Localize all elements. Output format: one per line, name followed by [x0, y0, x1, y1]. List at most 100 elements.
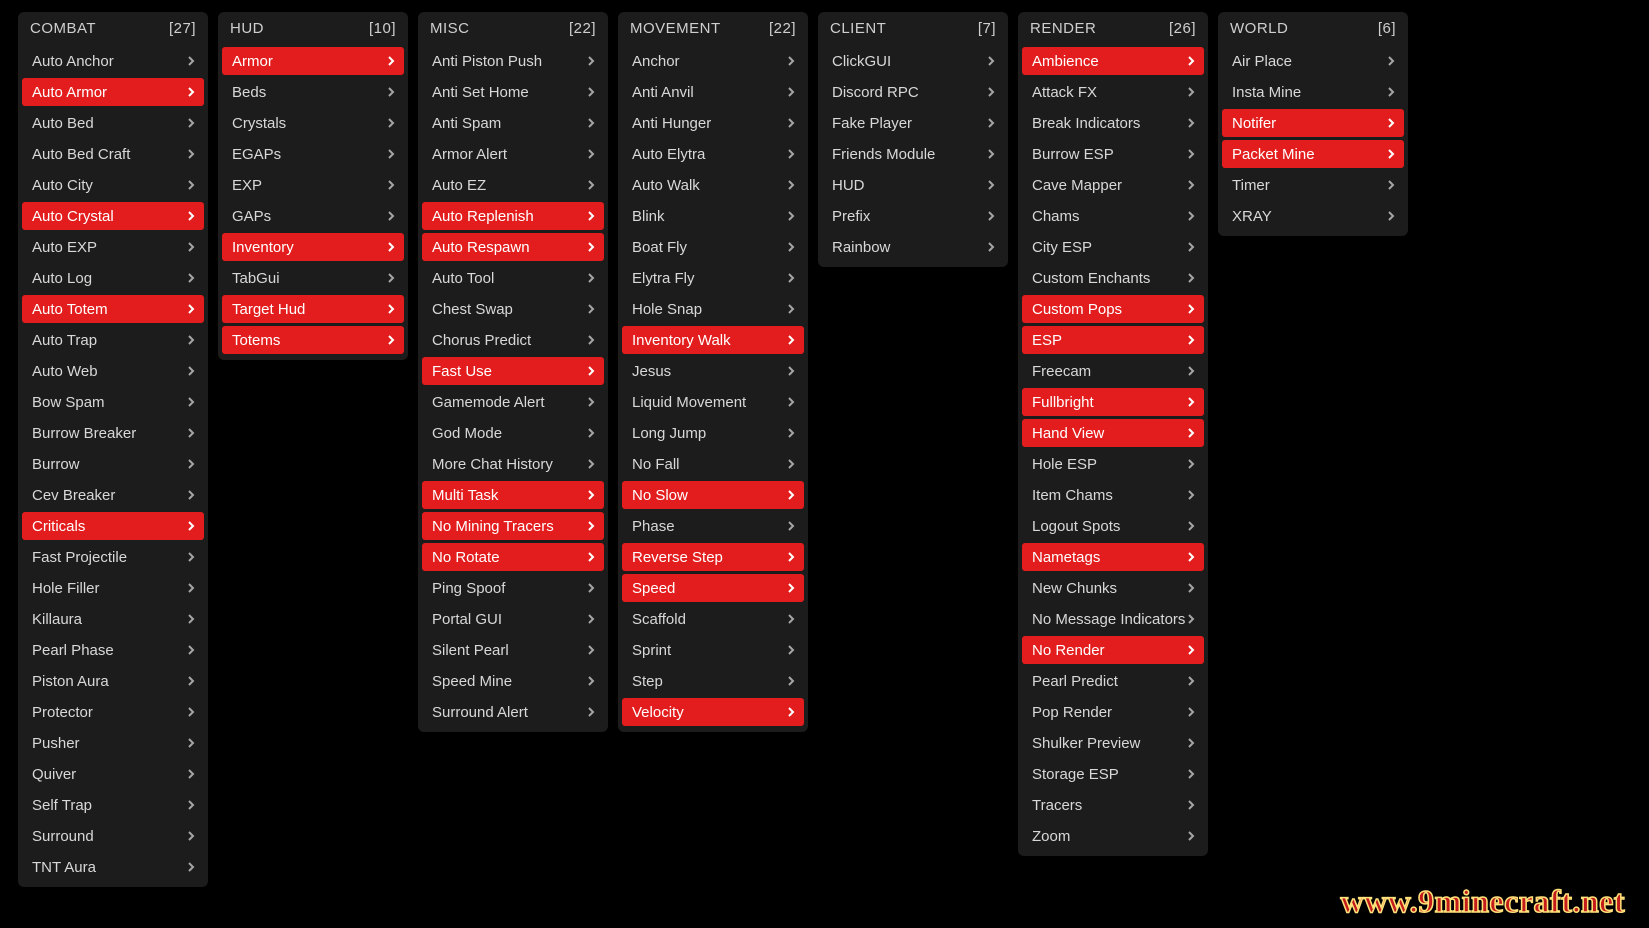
module-anti-anvil[interactable]: Anti Anvil [622, 78, 804, 106]
module-quiver[interactable]: Quiver [22, 760, 204, 788]
module-pop-render[interactable]: Pop Render [1022, 698, 1204, 726]
module-insta-mine[interactable]: Insta Mine [1222, 78, 1404, 106]
module-anchor[interactable]: Anchor [622, 47, 804, 75]
module-step[interactable]: Step [622, 667, 804, 695]
module-auto-replenish[interactable]: Auto Replenish [422, 202, 604, 230]
module-tracers[interactable]: Tracers [1022, 791, 1204, 819]
module-freecam[interactable]: Freecam [1022, 357, 1204, 385]
module-egaps[interactable]: EGAPs [222, 140, 404, 168]
module-tabgui[interactable]: TabGui [222, 264, 404, 292]
module-killaura[interactable]: Killaura [22, 605, 204, 633]
module-item-chams[interactable]: Item Chams [1022, 481, 1204, 509]
module-esp[interactable]: ESP [1022, 326, 1204, 354]
module-pearl-predict[interactable]: Pearl Predict [1022, 667, 1204, 695]
module-chest-swap[interactable]: Chest Swap [422, 295, 604, 323]
module-anti-set-home[interactable]: Anti Set Home [422, 78, 604, 106]
module-no-mining-tracers[interactable]: No Mining Tracers [422, 512, 604, 540]
module-multi-task[interactable]: Multi Task [422, 481, 604, 509]
module-surround-alert[interactable]: Surround Alert [422, 698, 604, 726]
module-friends-module[interactable]: Friends Module [822, 140, 1004, 168]
module-auto-bed-craft[interactable]: Auto Bed Craft [22, 140, 204, 168]
module-hole-esp[interactable]: Hole ESP [1022, 450, 1204, 478]
module-silent-pearl[interactable]: Silent Pearl [422, 636, 604, 664]
module-auto-city[interactable]: Auto City [22, 171, 204, 199]
module-pusher[interactable]: Pusher [22, 729, 204, 757]
module-chorus-predict[interactable]: Chorus Predict [422, 326, 604, 354]
module-logout-spots[interactable]: Logout Spots [1022, 512, 1204, 540]
module-hand-view[interactable]: Hand View [1022, 419, 1204, 447]
module-gamemode-alert[interactable]: Gamemode Alert [422, 388, 604, 416]
module-auto-bed[interactable]: Auto Bed [22, 109, 204, 137]
module-auto-log[interactable]: Auto Log [22, 264, 204, 292]
module-discord-rpc[interactable]: Discord RPC [822, 78, 1004, 106]
module-scaffold[interactable]: Scaffold [622, 605, 804, 633]
module-jesus[interactable]: Jesus [622, 357, 804, 385]
module-chams[interactable]: Chams [1022, 202, 1204, 230]
module-pearl-phase[interactable]: Pearl Phase [22, 636, 204, 664]
module-auto-crystal[interactable]: Auto Crystal [22, 202, 204, 230]
module-cev-breaker[interactable]: Cev Breaker [22, 481, 204, 509]
module-surround[interactable]: Surround [22, 822, 204, 850]
module-target-hud[interactable]: Target Hud [222, 295, 404, 323]
module-portal-gui[interactable]: Portal GUI [422, 605, 604, 633]
module-custom-pops[interactable]: Custom Pops [1022, 295, 1204, 323]
module-fake-player[interactable]: Fake Player [822, 109, 1004, 137]
module-self-trap[interactable]: Self Trap [22, 791, 204, 819]
module-velocity[interactable]: Velocity [622, 698, 804, 726]
module-boat-fly[interactable]: Boat Fly [622, 233, 804, 261]
module-burrow-esp[interactable]: Burrow ESP [1022, 140, 1204, 168]
module-notifer[interactable]: Notifer [1222, 109, 1404, 137]
module-armor-alert[interactable]: Armor Alert [422, 140, 604, 168]
module-inventory-walk[interactable]: Inventory Walk [622, 326, 804, 354]
module-inventory[interactable]: Inventory [222, 233, 404, 261]
panel-header-misc[interactable]: MISC[22] [418, 12, 608, 43]
module-custom-enchants[interactable]: Custom Enchants [1022, 264, 1204, 292]
module-auto-web[interactable]: Auto Web [22, 357, 204, 385]
module-auto-walk[interactable]: Auto Walk [622, 171, 804, 199]
module-xray[interactable]: XRAY [1222, 202, 1404, 230]
module-ping-spoof[interactable]: Ping Spoof [422, 574, 604, 602]
module-liquid-movement[interactable]: Liquid Movement [622, 388, 804, 416]
module-hole-filler[interactable]: Hole Filler [22, 574, 204, 602]
panel-header-hud[interactable]: HUD[10] [218, 12, 408, 43]
module-armor[interactable]: Armor [222, 47, 404, 75]
module-no-render[interactable]: No Render [1022, 636, 1204, 664]
panel-header-combat[interactable]: COMBAT[27] [18, 12, 208, 43]
module-air-place[interactable]: Air Place [1222, 47, 1404, 75]
panel-header-movement[interactable]: MOVEMENT[22] [618, 12, 808, 43]
module-burrow-breaker[interactable]: Burrow Breaker [22, 419, 204, 447]
module-auto-armor[interactable]: Auto Armor [22, 78, 204, 106]
module-auto-respawn[interactable]: Auto Respawn [422, 233, 604, 261]
module-tnt-aura[interactable]: TNT Aura [22, 853, 204, 881]
module-beds[interactable]: Beds [222, 78, 404, 106]
module-bow-spam[interactable]: Bow Spam [22, 388, 204, 416]
module-crystals[interactable]: Crystals [222, 109, 404, 137]
module-auto-totem[interactable]: Auto Totem [22, 295, 204, 323]
module-zoom[interactable]: Zoom [1022, 822, 1204, 850]
module-auto-anchor[interactable]: Auto Anchor [22, 47, 204, 75]
module-protector[interactable]: Protector [22, 698, 204, 726]
module-no-slow[interactable]: No Slow [622, 481, 804, 509]
module-auto-exp[interactable]: Auto EXP [22, 233, 204, 261]
module-fullbright[interactable]: Fullbright [1022, 388, 1204, 416]
module-city-esp[interactable]: City ESP [1022, 233, 1204, 261]
module-god-mode[interactable]: God Mode [422, 419, 604, 447]
module-speed[interactable]: Speed [622, 574, 804, 602]
module-cave-mapper[interactable]: Cave Mapper [1022, 171, 1204, 199]
module-totems[interactable]: Totems [222, 326, 404, 354]
module-no-message-indicators[interactable]: No Message Indicators [1022, 605, 1204, 633]
module-no-fall[interactable]: No Fall [622, 450, 804, 478]
module-phase[interactable]: Phase [622, 512, 804, 540]
module-speed-mine[interactable]: Speed Mine [422, 667, 604, 695]
module-auto-ez[interactable]: Auto EZ [422, 171, 604, 199]
module-break-indicators[interactable]: Break Indicators [1022, 109, 1204, 137]
module-hud[interactable]: HUD [822, 171, 1004, 199]
module-prefix[interactable]: Prefix [822, 202, 1004, 230]
module-clickgui[interactable]: ClickGUI [822, 47, 1004, 75]
module-more-chat-history[interactable]: More Chat History [422, 450, 604, 478]
module-sprint[interactable]: Sprint [622, 636, 804, 664]
module-exp[interactable]: EXP [222, 171, 404, 199]
module-blink[interactable]: Blink [622, 202, 804, 230]
module-auto-trap[interactable]: Auto Trap [22, 326, 204, 354]
module-no-rotate[interactable]: No Rotate [422, 543, 604, 571]
